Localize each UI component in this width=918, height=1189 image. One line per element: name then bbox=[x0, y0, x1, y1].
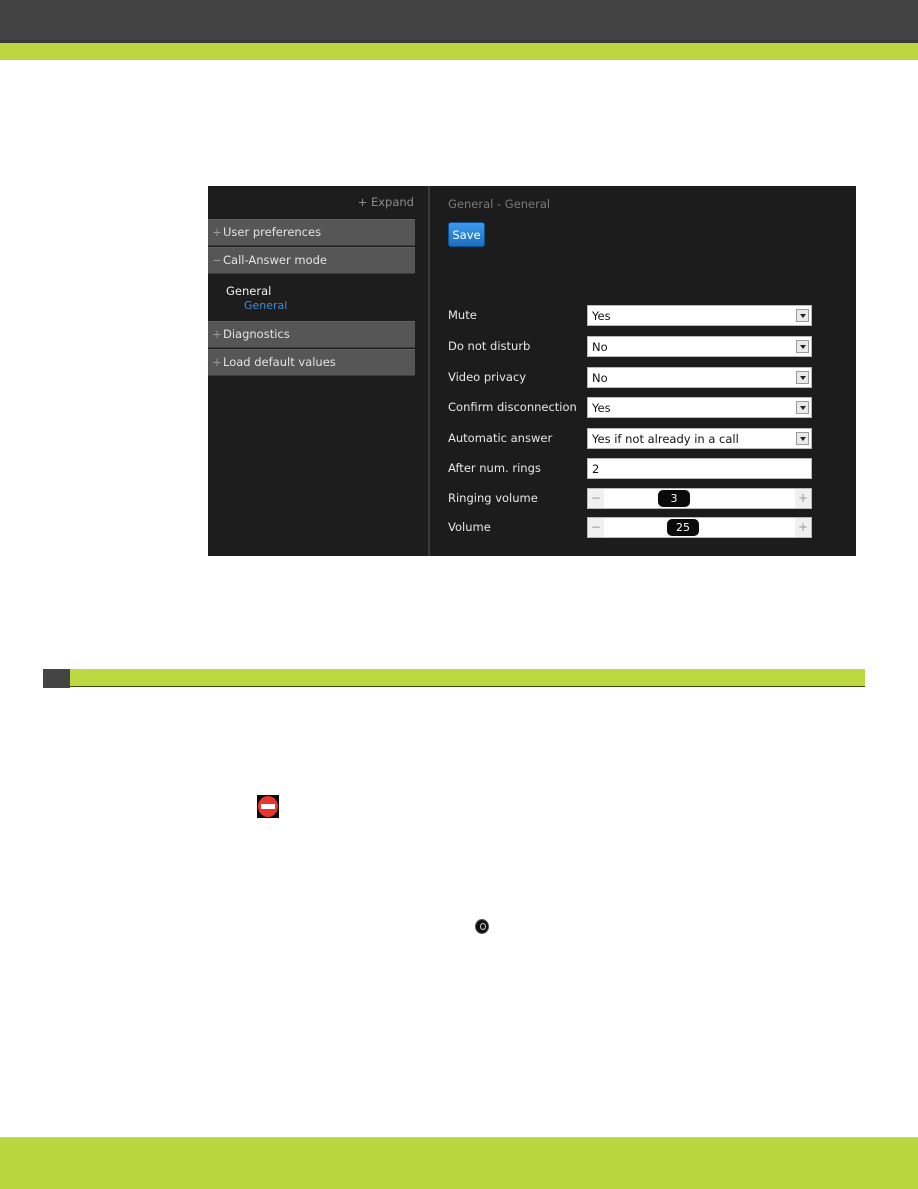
dropdown-arrow-icon[interactable] bbox=[796, 401, 809, 414]
settings-content: General - General Save Mute Yes Do not d… bbox=[430, 186, 856, 556]
mute-select[interactable]: Yes bbox=[587, 305, 812, 326]
setting-row-confirm-disconnection: Confirm disconnection Yes bbox=[448, 397, 812, 419]
sidebar-section-label: Load default values bbox=[223, 355, 336, 369]
expand-plus-icon: + bbox=[212, 327, 222, 341]
do-not-disturb-select[interactable]: No bbox=[587, 336, 812, 357]
settings-screenshot-panel: + Expand +User preferences −Call-Answer … bbox=[208, 186, 856, 556]
slider-handle-value[interactable]: 3 bbox=[658, 490, 690, 507]
round-button-icon bbox=[475, 919, 489, 934]
dropdown-arrow-icon[interactable] bbox=[796, 371, 809, 384]
setting-row-do-not-disturb: Do not disturb No bbox=[448, 336, 812, 358]
select-value: No bbox=[592, 340, 608, 354]
section-heading-bar bbox=[70, 669, 865, 687]
sidebar-section-user-preferences[interactable]: +User preferences bbox=[208, 219, 415, 246]
dropdown-arrow-icon[interactable] bbox=[796, 432, 809, 445]
ringing-volume-slider[interactable]: − 3 + bbox=[587, 488, 812, 509]
section-bar-marker bbox=[43, 669, 70, 688]
setting-label: Do not disturb bbox=[448, 339, 531, 353]
select-value: Yes bbox=[592, 309, 611, 323]
setting-label: Automatic answer bbox=[448, 431, 553, 445]
dropdown-arrow-icon[interactable] bbox=[796, 340, 809, 353]
round-button-glyph bbox=[480, 923, 486, 930]
setting-row-after-num-rings: After num. rings 2 bbox=[448, 458, 812, 480]
setting-label: Mute bbox=[448, 308, 477, 322]
setting-row-mute: Mute Yes bbox=[448, 305, 812, 327]
tree-leaf-general-selected[interactable]: General bbox=[244, 299, 287, 312]
setting-row-automatic-answer: Automatic answer Yes if not already in a… bbox=[448, 428, 812, 450]
setting-label: Ringing volume bbox=[448, 491, 538, 505]
increase-button[interactable]: + bbox=[795, 518, 811, 537]
settings-sidebar: + Expand +User preferences −Call-Answer … bbox=[208, 186, 428, 556]
sidebar-section-load-default-values[interactable]: +Load default values bbox=[208, 349, 415, 376]
collapse-minus-icon: − bbox=[212, 253, 222, 267]
setting-row-ringing-volume: Ringing volume − 3 + bbox=[448, 488, 812, 510]
sidebar-section-label: User preferences bbox=[223, 225, 322, 239]
setting-row-video-privacy: Video privacy No bbox=[448, 367, 812, 389]
document-header-bar bbox=[0, 0, 918, 42]
automatic-answer-select[interactable]: Yes if not already in a call bbox=[587, 428, 812, 449]
do-not-disturb-icon bbox=[257, 795, 279, 818]
expand-plus-icon: + bbox=[212, 225, 222, 239]
video-privacy-select[interactable]: No bbox=[587, 367, 812, 388]
sidebar-section-call-answer-mode[interactable]: −Call-Answer mode bbox=[208, 247, 415, 274]
decrease-button[interactable]: − bbox=[588, 518, 604, 537]
after-num-rings-input[interactable]: 2 bbox=[587, 458, 812, 479]
breadcrumb: General - General bbox=[448, 197, 551, 211]
do-not-disturb-bar bbox=[261, 804, 275, 809]
increase-button[interactable]: + bbox=[795, 489, 811, 508]
sidebar-section-label: Call-Answer mode bbox=[223, 253, 327, 267]
dropdown-arrow-icon[interactable] bbox=[796, 309, 809, 322]
header-accent-stripe bbox=[0, 43, 918, 60]
tree-group-general[interactable]: General bbox=[226, 284, 271, 298]
setting-label: After num. rings bbox=[448, 461, 541, 475]
select-value: Yes bbox=[592, 401, 611, 415]
setting-label: Volume bbox=[448, 520, 491, 534]
select-value: No bbox=[592, 371, 608, 385]
confirm-disconnection-select[interactable]: Yes bbox=[587, 397, 812, 418]
setting-label: Video privacy bbox=[448, 370, 527, 384]
setting-label: Confirm disconnection bbox=[448, 400, 577, 414]
input-value: 2 bbox=[592, 462, 600, 476]
setting-row-volume: Volume − 25 + bbox=[448, 517, 812, 539]
volume-slider[interactable]: − 25 + bbox=[587, 517, 812, 538]
sidebar-section-label: Diagnostics bbox=[223, 327, 290, 341]
select-value: Yes if not already in a call bbox=[592, 432, 739, 446]
decrease-button[interactable]: − bbox=[588, 489, 604, 508]
expand-all-link[interactable]: + Expand bbox=[358, 195, 414, 209]
sidebar-section-diagnostics[interactable]: +Diagnostics bbox=[208, 321, 415, 348]
footer-accent-bar bbox=[0, 1137, 918, 1189]
save-button[interactable]: Save bbox=[448, 222, 485, 247]
slider-handle-value[interactable]: 25 bbox=[667, 519, 699, 536]
expand-plus-icon: + bbox=[212, 355, 222, 369]
